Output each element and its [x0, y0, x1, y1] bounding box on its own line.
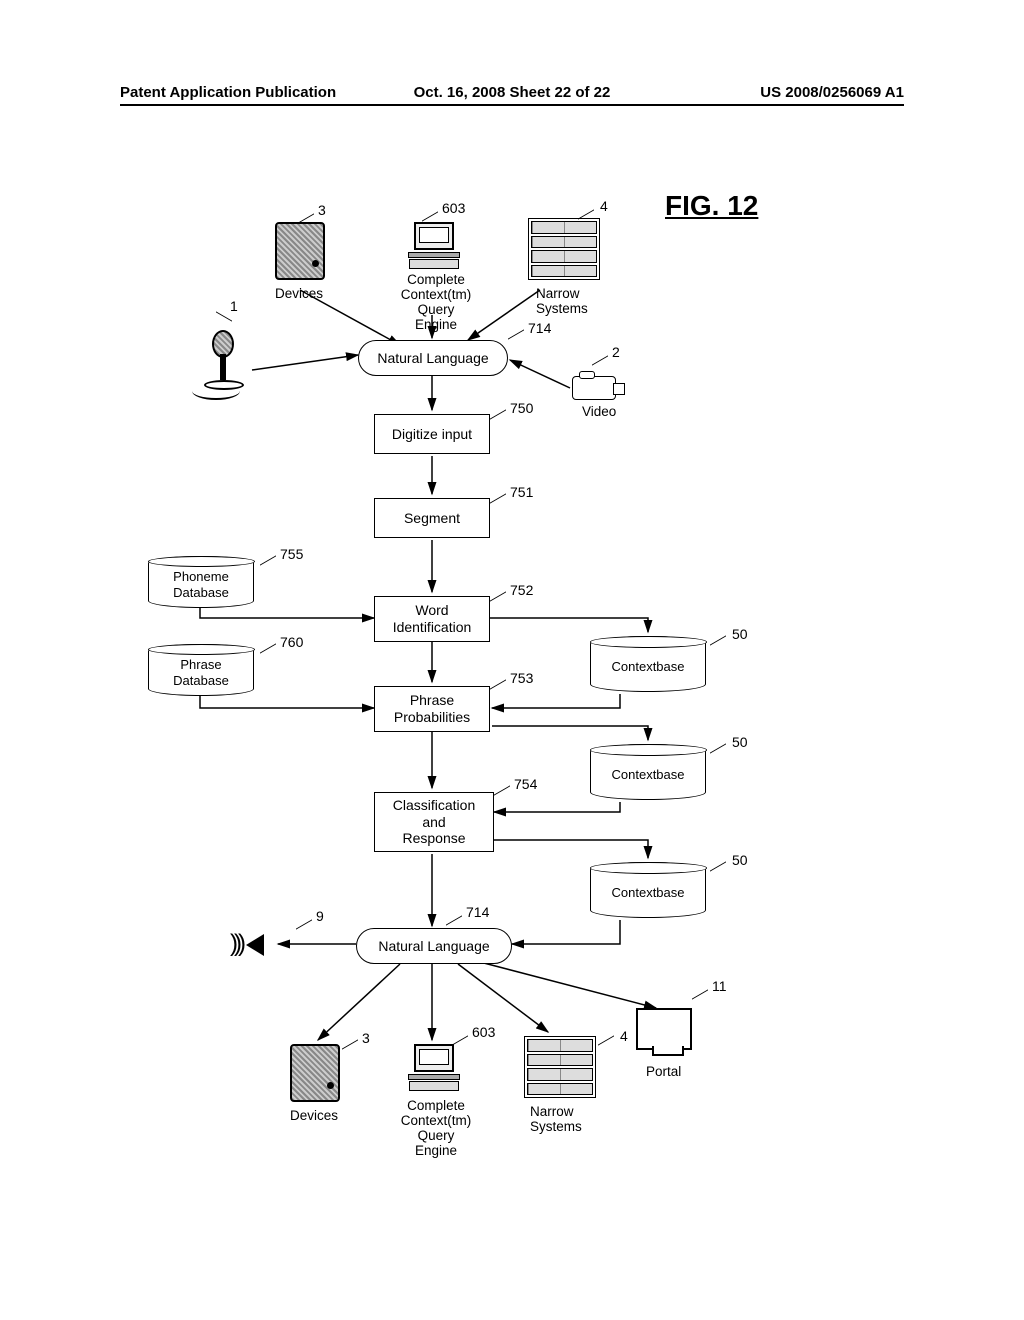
ref-50-2: 50	[732, 734, 748, 750]
classification-label: Classification and Response	[393, 797, 475, 847]
contextbase-1-label: Contextbase	[612, 659, 685, 675]
devices-label-top: Devices	[275, 286, 323, 301]
ref-750: 750	[510, 400, 533, 416]
ref-603-bottom: 603	[472, 1024, 495, 1040]
pc-top-icon	[408, 222, 460, 269]
ref-754: 754	[514, 776, 537, 792]
ref-752: 752	[510, 582, 533, 598]
ref-11: 11	[712, 978, 727, 994]
digitize-label: Digitize input	[392, 426, 472, 443]
ref-751: 751	[510, 484, 533, 500]
phrase-prob-box: Phrase Probabilities	[374, 686, 490, 732]
rack-top-icon	[528, 218, 600, 280]
ref-3-top: 3	[318, 202, 326, 218]
ref-50-1: 50	[732, 626, 748, 642]
pda-bottom-icon	[290, 1044, 340, 1102]
video-label: Video	[582, 404, 616, 419]
portal-label: Portal	[646, 1064, 681, 1079]
segment-label: Segment	[404, 510, 460, 527]
natural-language-bottom: Natural Language	[356, 928, 512, 964]
microphone-icon	[198, 330, 252, 390]
natural-language-top-label: Natural Language	[377, 350, 488, 367]
ref-9: 9	[316, 908, 324, 924]
digitize-input-box: Digitize input	[374, 414, 490, 454]
contextbase-3-label: Contextbase	[612, 885, 685, 901]
contextbase-3: Contextbase	[590, 862, 706, 918]
page: Patent Application Publication Oct. 16, …	[0, 0, 1024, 1320]
phrase-prob-label: Phrase Probabilities	[394, 692, 470, 726]
devices-label-bottom: Devices	[290, 1108, 338, 1123]
natural-language-bottom-label: Natural Language	[378, 938, 489, 955]
natural-language-top: Natural Language	[358, 340, 508, 376]
ref-3-bottom: 3	[362, 1030, 370, 1046]
word-id-box: Word Identification	[374, 596, 490, 642]
query-engine-label-bottom: Complete Context(tm) Query Engine	[396, 1098, 476, 1158]
header-right: US 2008/0256069 A1	[643, 84, 904, 104]
header-mid: Oct. 16, 2008 Sheet 22 of 22	[381, 84, 642, 104]
query-engine-label-top: Complete Context(tm) Query Engine	[396, 272, 476, 332]
ref-714-top: 714	[528, 320, 551, 336]
contextbase-1: Contextbase	[590, 636, 706, 692]
ref-603-top: 603	[442, 200, 465, 216]
ref-714-bottom: 714	[466, 904, 489, 920]
ref-2: 2	[612, 344, 620, 360]
ref-753: 753	[510, 670, 533, 686]
phrase-db: Phrase Database	[148, 644, 254, 696]
page-header: Patent Application Publication Oct. 16, …	[120, 84, 904, 106]
contextbase-2-label: Contextbase	[612, 767, 685, 783]
narrow-systems-label-bottom: Narrow Systems	[530, 1104, 582, 1134]
ref-1: 1	[230, 298, 238, 314]
narrow-systems-label-top: Narrow Systems	[536, 286, 588, 316]
phoneme-db-label: Phoneme Database	[173, 569, 229, 600]
ref-4-top: 4	[600, 198, 608, 214]
crt-icon	[636, 1008, 692, 1050]
ref-760: 760	[280, 634, 303, 650]
header-left: Patent Application Publication	[120, 84, 381, 104]
classification-box: Classification and Response	[374, 792, 494, 852]
speaker-icon: )))	[236, 930, 270, 960]
figure-title: FIG. 12	[665, 190, 758, 222]
phrase-db-label: Phrase Database	[173, 657, 229, 688]
ref-50-3: 50	[732, 852, 748, 868]
segment-box: Segment	[374, 498, 490, 538]
camcorder-icon	[572, 376, 616, 400]
contextbase-2: Contextbase	[590, 744, 706, 800]
ref-755: 755	[280, 546, 303, 562]
word-id-label: Word Identification	[393, 602, 472, 636]
phoneme-db: Phoneme Database	[148, 556, 254, 608]
rack-bottom-icon	[524, 1036, 596, 1098]
ref-4-bottom: 4	[620, 1028, 628, 1044]
